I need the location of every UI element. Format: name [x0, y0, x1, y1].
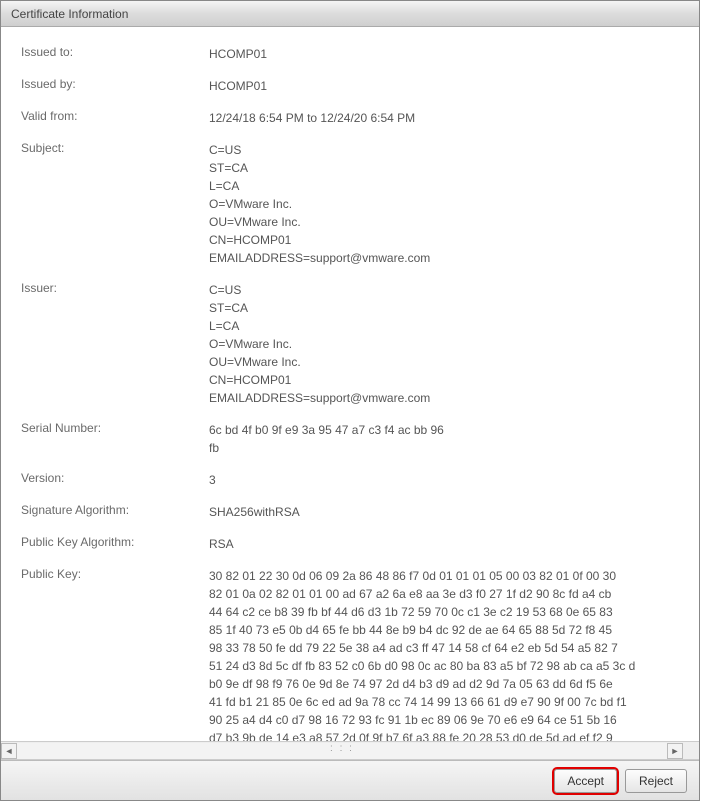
- field-label: Public Key Algorithm:: [21, 535, 209, 549]
- field-value: SHA256withRSA: [209, 503, 679, 521]
- field-value: 6c bd 4f b0 9f e9 3a 95 47 a7 c3 f4 ac b…: [209, 421, 679, 457]
- content-area: Issued to:HCOMP01Issued by:HCOMP01Valid …: [1, 27, 699, 760]
- horizontal-scrollbar[interactable]: ◄ : : : ►: [1, 741, 683, 759]
- field-value: 30 82 01 22 30 0d 06 09 2a 86 48 86 f7 0…: [209, 567, 679, 741]
- field-value: RSA: [209, 535, 679, 553]
- scroll-right-arrow[interactable]: ►: [667, 743, 683, 759]
- accept-button[interactable]: Accept: [554, 769, 617, 793]
- field-label: Public Key:: [21, 567, 209, 581]
- certificate-dialog: Certificate Information Issued to:HCOMP0…: [0, 0, 700, 801]
- field-value: 3: [209, 471, 679, 489]
- field-label: Version:: [21, 471, 209, 485]
- footer-bar: Accept Reject: [1, 760, 699, 800]
- field-row: Serial Number:6c bd 4f b0 9f e9 3a 95 47…: [21, 421, 679, 457]
- field-row: Signature Algorithm:SHA256withRSA: [21, 503, 679, 521]
- field-row: Version:3: [21, 471, 679, 489]
- field-row: Subject:C=US ST=CA L=CA O=VMware Inc. OU…: [21, 141, 679, 267]
- field-row: Public Key:30 82 01 22 30 0d 06 09 2a 86…: [21, 567, 679, 741]
- field-value: C=US ST=CA L=CA O=VMware Inc. OU=VMware …: [209, 141, 679, 267]
- reject-button[interactable]: Reject: [625, 769, 687, 793]
- certificate-fields: Issued to:HCOMP01Issued by:HCOMP01Valid …: [1, 27, 699, 741]
- field-label: Serial Number:: [21, 421, 209, 435]
- grip-icon: : : :: [330, 743, 354, 754]
- field-row: Public Key Algorithm:RSA: [21, 535, 679, 553]
- field-label: Issuer:: [21, 281, 209, 295]
- field-row: Issuer:C=US ST=CA L=CA O=VMware Inc. OU=…: [21, 281, 679, 407]
- field-value: 12/24/18 6:54 PM to 12/24/20 6:54 PM: [209, 109, 679, 127]
- field-value: HCOMP01: [209, 77, 679, 95]
- field-label: Valid from:: [21, 109, 209, 123]
- field-row: Issued to:HCOMP01: [21, 45, 679, 63]
- dialog-title: Certificate Information: [11, 7, 128, 21]
- field-row: Valid from:12/24/18 6:54 PM to 12/24/20 …: [21, 109, 679, 127]
- field-row: Issued by:HCOMP01: [21, 77, 679, 95]
- field-label: Issued to:: [21, 45, 209, 59]
- scroll-track[interactable]: : : :: [17, 743, 667, 759]
- field-value: C=US ST=CA L=CA O=VMware Inc. OU=VMware …: [209, 281, 679, 407]
- scroll-left-arrow[interactable]: ◄: [1, 743, 17, 759]
- titlebar[interactable]: Certificate Information: [1, 1, 699, 27]
- vertical-scroll[interactable]: Issued to:HCOMP01Issued by:HCOMP01Valid …: [1, 27, 699, 741]
- field-label: Signature Algorithm:: [21, 503, 209, 517]
- field-value: HCOMP01: [209, 45, 679, 63]
- scroll-corner: [683, 741, 699, 759]
- field-label: Issued by:: [21, 77, 209, 91]
- field-label: Subject:: [21, 141, 209, 155]
